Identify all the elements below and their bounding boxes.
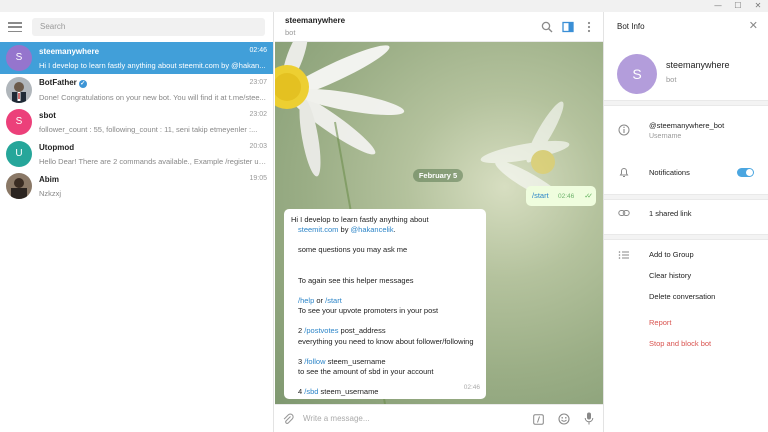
chat-name: sbot — [39, 110, 56, 120]
avatar — [6, 77, 32, 103]
command-link[interactable]: /start — [325, 296, 342, 305]
chat-preview: follower_count : 55, following_count : 1… — [39, 124, 258, 134]
message-text: steem_username — [325, 356, 386, 366]
chat-list-topbar: Search — [0, 12, 273, 42]
maximize-button[interactable]: ☐ — [728, 0, 748, 12]
stop-and-block-button[interactable]: Stop and block bot — [649, 339, 711, 348]
chat-item-abim[interactable]: Abim Nzkzxj 19:05 — [0, 170, 273, 202]
report-button[interactable]: Report — [649, 318, 672, 327]
microphone-icon[interactable] — [584, 412, 594, 425]
mention-link[interactable]: @hakancelik — [351, 225, 394, 234]
chat-item-botfather[interactable]: BotFather ✓ Done! Congratulations on your… — [0, 74, 273, 106]
chat-time: 02:46 — [249, 47, 267, 54]
message-input[interactable]: Write a message... — [303, 414, 370, 423]
menu-icon[interactable] — [8, 22, 22, 32]
chat-preview: Hello Dear! There are 2 commands availab… — [39, 156, 267, 166]
command-link[interactable]: /sbd — [304, 387, 318, 396]
read-check-icon: ✓✓ — [584, 193, 593, 200]
message-text: . — [393, 225, 396, 235]
avatar: S — [6, 109, 32, 135]
chat-item-utopmod[interactable]: U Utopmod Hello Dear! There are 2 comman… — [0, 138, 273, 170]
list-icon — [618, 251, 629, 259]
minimize-button[interactable]: — — [708, 0, 728, 12]
profile-avatar[interactable]: S — [617, 54, 657, 94]
chat-time: 23:02 — [249, 111, 267, 118]
chat-wallpaper: February 5 /start 02:46 ✓✓ Hi I develop … — [275, 42, 603, 404]
conversation-header[interactable]: steemanywhere bot — [275, 12, 603, 42]
close-window-button[interactable]: ✕ — [748, 0, 768, 12]
chat-item-sbot[interactable]: S sbot follower_count : 55, following_co… — [0, 106, 273, 138]
message-line: To see your upvote promoters in your pos… — [298, 306, 439, 316]
clear-history-button[interactable]: Clear history — [649, 271, 691, 280]
chat-time: 19:05 — [249, 175, 267, 182]
close-icon[interactable]: ✕ — [749, 20, 758, 32]
chat-name: steemanywhere — [39, 46, 100, 56]
emoji-icon[interactable] — [558, 413, 570, 425]
more-icon[interactable] — [583, 21, 595, 33]
message-line: Hi I develop to learn fastly anything ab… — [291, 215, 429, 224]
link-icon — [618, 210, 630, 216]
search-input[interactable]: Search — [32, 18, 265, 36]
chat-item-steemanywhere[interactable]: S steemanywhere Hi I develop to learn fa… — [0, 42, 273, 74]
chat-list-panel: Search S steemanywhere Hi I develop to l… — [0, 12, 274, 432]
message-text: post_address — [338, 326, 386, 336]
message-time: 02:46 — [463, 383, 480, 391]
avatar: S — [6, 45, 32, 71]
command-link[interactable]: /help — [298, 296, 314, 305]
notifications-toggle[interactable] — [737, 168, 754, 177]
chat-time: 23:07 — [249, 79, 267, 86]
chat-preview: Hi I develop to learn fastly anything ab… — [39, 60, 266, 70]
section-divider — [604, 194, 768, 200]
chat-time: 20:03 — [249, 143, 267, 150]
attach-icon[interactable] — [282, 413, 294, 425]
profile-type: bot — [666, 75, 677, 84]
shared-links-item[interactable]: 1 shared link — [649, 209, 692, 218]
search-icon[interactable] — [541, 21, 553, 33]
message-text: by — [338, 225, 351, 235]
chat-name: Utopmod — [39, 142, 75, 152]
chat-name: Abim — [39, 174, 59, 184]
bell-icon — [619, 168, 629, 177]
bot-info-panel: Bot Info ✕ S steemanywhere bot @steemany… — [603, 12, 768, 432]
window-titlebar: — ☐ ✕ — [0, 0, 768, 12]
bot-command-icon[interactable] — [533, 414, 544, 425]
panel-title: Bot Info — [617, 22, 645, 31]
section-divider — [604, 100, 768, 106]
notifications-label: Notifications — [649, 168, 690, 177]
message-line: everything you need to know about follow… — [298, 336, 474, 346]
message-line: to see the amount of sbd in your account — [298, 367, 434, 377]
message-composer: Write a message... — [275, 404, 603, 432]
avatar: U — [6, 141, 32, 167]
delete-conversation-button[interactable]: Delete conversation — [649, 292, 715, 301]
message-link[interactable]: steemit.com — [298, 225, 338, 234]
message-text: steem_username — [318, 387, 379, 397]
conversation-panel: steemanywhere bot February 5 /start 02:4… — [275, 12, 603, 432]
profile-name: steemanywhere — [666, 60, 730, 70]
command-link[interactable]: /postvotes — [304, 326, 338, 335]
chat-name: BotFather — [39, 78, 77, 87]
sidebar-toggle-icon[interactable] — [562, 21, 574, 33]
chat-preview: Done! Congratulations on your new bot. Y… — [39, 93, 266, 102]
avatar — [6, 173, 32, 199]
date-separator: February 5 — [413, 169, 463, 182]
message-text: or — [314, 296, 326, 305]
chat-preview: Nzkzxj — [39, 188, 62, 198]
message-time: 02:46 — [558, 193, 575, 200]
incoming-message[interactable]: Hi I develop to learn fastly anything ab… — [284, 209, 486, 399]
message-line: To again see this helper messages — [298, 275, 414, 285]
username-value[interactable]: @steemanywhere_bot — [649, 121, 724, 130]
command-link[interactable]: /follow — [304, 357, 325, 366]
verified-icon: ✓ — [78, 80, 87, 88]
section-divider — [604, 234, 768, 240]
username-label: Username — [649, 133, 682, 140]
message-text[interactable]: /start — [532, 191, 549, 200]
info-icon — [618, 124, 630, 136]
message-line: some questions you may ask me — [298, 245, 408, 255]
add-to-group-button[interactable]: Add to Group — [649, 250, 694, 259]
outgoing-message[interactable]: /start 02:46 ✓✓ — [526, 186, 596, 206]
